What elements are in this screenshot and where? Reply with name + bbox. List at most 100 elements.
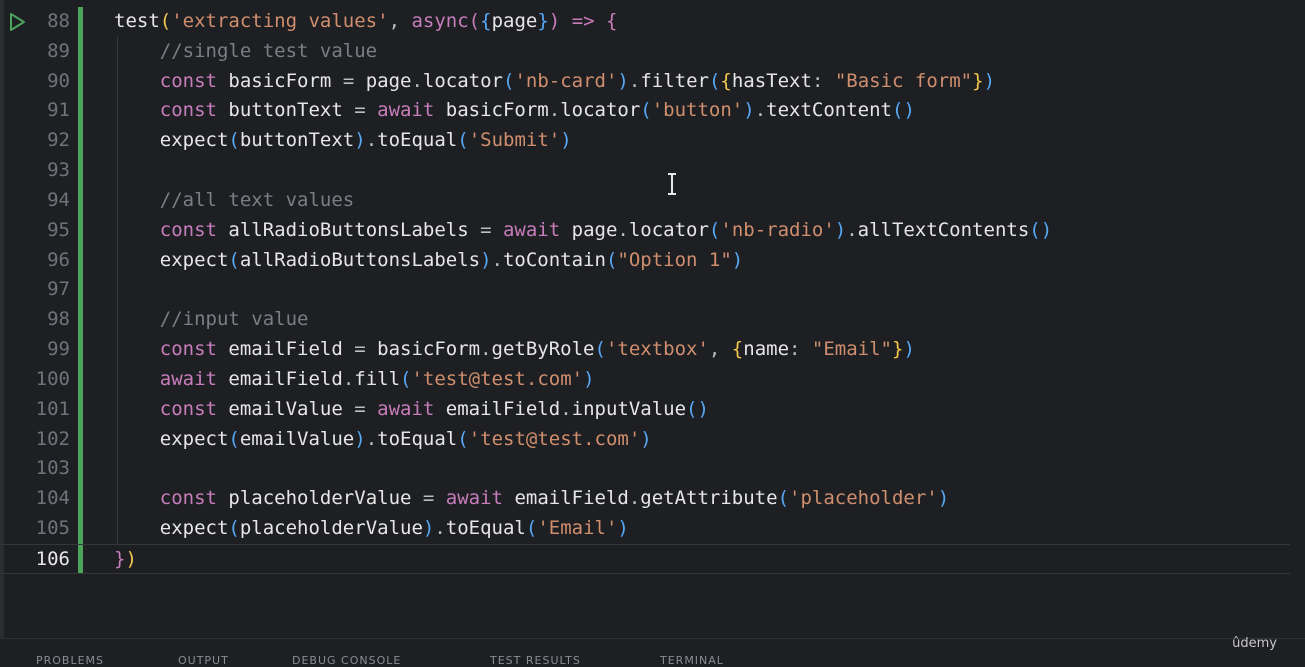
code-token: ( — [400, 367, 412, 390]
code-token: ( — [159, 10, 172, 32]
line-number: 95 — [47, 218, 70, 241]
code-token: getByRole — [491, 338, 595, 361]
modified-line-marker — [78, 305, 83, 336]
line-number: 106 — [35, 547, 70, 570]
code-token: . — [342, 367, 355, 390]
code-token: ) — [903, 338, 915, 361]
code-line[interactable]: 106}) — [0, 543, 1290, 574]
code-token: locator — [422, 69, 503, 92]
line-number: 90 — [47, 69, 70, 92]
code-line[interactable]: 104 const placeholderValue = await email… — [0, 484, 1290, 515]
code-token: , — [388, 10, 412, 32]
code-token: ) — [354, 129, 366, 152]
code-token: await — [159, 367, 217, 390]
code-token: ( — [640, 99, 652, 122]
modified-line-marker — [78, 126, 83, 157]
modified-line-marker — [78, 215, 83, 246]
code-token: locator — [560, 99, 641, 122]
code-line[interactable]: 96 expect(allRadioButtonsLabels).toConta… — [0, 245, 1290, 276]
code-token: () — [892, 99, 915, 122]
code-text: const buttonText = await basicForm.locat… — [114, 96, 915, 126]
tab-output[interactable]: OUTPUT — [178, 654, 229, 667]
code-token: : — [789, 338, 812, 361]
modified-line-marker — [78, 7, 83, 37]
code-line[interactable]: 105 expect(placeholderValue).toEqual('Em… — [0, 514, 1290, 544]
tab-test-results[interactable]: TEST RESULTS — [490, 654, 581, 667]
code-token: ) — [983, 69, 996, 92]
code-line[interactable]: 101 const emailValue = await emailField.… — [0, 394, 1290, 425]
code-line[interactable]: 89 //single test value — [0, 36, 1290, 67]
code-editor[interactable]: 88 test('extracting values', async({page}… — [0, 0, 1305, 662]
modified-line-marker — [78, 66, 83, 97]
code-token: test — [114, 10, 160, 32]
code-text: expect(emailValue).toEqual('test@test.co… — [114, 425, 652, 455]
code-text: const emailField = basicForm.getByRole('… — [114, 335, 915, 365]
code-token: = — [331, 69, 366, 92]
code-line[interactable]: 98 //input value — [0, 305, 1290, 336]
code-text: expect(placeholderValue).toEqual('Email'… — [114, 514, 629, 544]
code-line[interactable]: 100 await emailField.fill('test@test.com… — [0, 364, 1290, 395]
code-token: emailField — [228, 367, 343, 390]
code-line[interactable]: 93 — [0, 156, 1290, 186]
indent-guide — [117, 156, 118, 186]
code-token: const — [159, 69, 217, 92]
code-token: toEqual — [377, 129, 458, 152]
tab-terminal[interactable]: TERMINAL — [660, 654, 724, 667]
code-token: ( — [228, 248, 240, 271]
code-token: await — [502, 218, 561, 241]
code-line[interactable]: 97 — [0, 275, 1290, 306]
line-number: 101 — [35, 397, 70, 420]
code-token: emailField — [228, 338, 343, 361]
code-token: 'extracting values' — [171, 10, 389, 32]
code-line[interactable]: 94 //all text values — [0, 185, 1290, 216]
code-token: . — [628, 487, 641, 510]
code-token: ) — [480, 248, 492, 271]
code-token: , — [708, 338, 732, 361]
code-token: "Basic form" — [834, 69, 973, 92]
code-line[interactable]: 102 expect(emailValue).toEqual('test@tes… — [0, 424, 1290, 455]
code-line[interactable]: 90 const basicForm = page.locator('nb-ca… — [0, 66, 1290, 97]
code-token: ) — [617, 69, 629, 92]
code-token: basicForm — [445, 99, 549, 122]
code-token: ( — [228, 517, 240, 540]
code-text: const basicForm = page.locator('nb-card'… — [114, 67, 995, 97]
code-token: . — [365, 129, 378, 152]
tab-debug-console[interactable]: DEBUG CONSOLE — [292, 654, 401, 667]
code-token: page — [365, 69, 412, 92]
code-token: 'nb-radio' — [720, 218, 835, 241]
code-token: . — [846, 218, 858, 241]
code-token: //input value — [159, 308, 309, 331]
code-line[interactable]: 91 const buttonText = await basicForm.lo… — [0, 96, 1290, 127]
code-text: const placeholderValue = await emailFiel… — [114, 484, 949, 514]
code-token: ( — [228, 427, 240, 450]
code-token: await — [377, 397, 435, 420]
text-cursor-icon — [668, 173, 676, 195]
tab-problems[interactable]: PROBLEMS — [36, 654, 104, 667]
code-line[interactable]: 88 test('extracting values', async({page}… — [0, 7, 1290, 37]
code-token: placeholderValue — [239, 517, 423, 540]
code-token: => — [571, 10, 595, 32]
code-token: ( — [228, 129, 240, 152]
code-line[interactable]: 99 const emailField = basicForm.getByRol… — [0, 335, 1290, 365]
code-text: //input value — [114, 305, 309, 335]
code-line[interactable]: 95 const allRadioButtonsLabels = await p… — [0, 215, 1290, 246]
code-token: ( — [594, 338, 606, 361]
code-line[interactable]: 92 expect(buttonText).toEqual('Submit') — [0, 126, 1290, 157]
code-token: expect — [159, 517, 229, 540]
code-token: allTextContents — [857, 218, 1030, 241]
code-text: //single test value — [114, 37, 377, 67]
code-token: . — [491, 248, 503, 271]
code-token: . — [480, 338, 492, 361]
line-number: 105 — [35, 517, 70, 540]
code-line[interactable]: 103 — [0, 454, 1290, 485]
modified-line-marker — [78, 185, 83, 216]
